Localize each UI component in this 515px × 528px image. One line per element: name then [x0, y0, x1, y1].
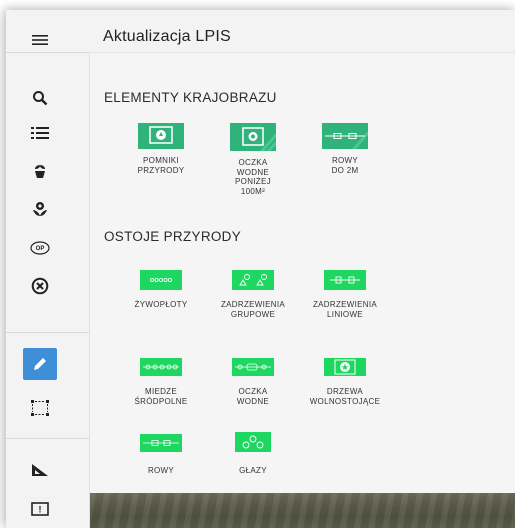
hedge-icon	[140, 270, 182, 290]
tree-line-icon	[324, 270, 366, 290]
item-zadrzewienia-grupowe[interactable]: ZADRZEWIENIA GRUPOWE	[205, 270, 301, 319]
app-window: OP ! Aktualizacja LPIS ELEMENTY KRAJOBRA…	[6, 10, 515, 528]
op-badge-icon[interactable]: OP	[26, 234, 54, 262]
list-icon[interactable]	[26, 119, 54, 147]
item-label: ZADRZEWIENIA LINIOWE	[312, 300, 378, 319]
alert-icon[interactable]: !	[26, 495, 54, 523]
item-label: ŻYWOPŁOTY	[134, 300, 188, 309]
item-label: MIEDZE ŚRÓDPOLNE	[134, 387, 188, 406]
item-zywoploty[interactable]: ŻYWOPŁOTY	[113, 270, 209, 310]
sidebar-divider	[6, 52, 89, 53]
sidebar-divider	[6, 332, 89, 333]
tree-group-icon	[232, 270, 274, 290]
map-preview[interactable]	[90, 493, 515, 528]
search-icon[interactable]	[26, 84, 54, 112]
item-oczka-wodne-ponizej[interactable]: OCZKA WODNE PONIŻEJ 100M²	[205, 123, 301, 196]
plant-icon[interactable]	[26, 157, 54, 185]
item-label: DRZEWA WOLNOSTOJĄCE	[309, 387, 381, 406]
item-rowy-do-2m[interactable]: ROWY DO 2M	[297, 123, 393, 175]
menu-icon[interactable]	[26, 26, 54, 54]
pond-small-icon	[230, 123, 276, 151]
page-title: Aktualizacja LPIS	[103, 28, 231, 45]
item-label: ZADRZEWIENIA GRUPOWE	[220, 300, 286, 319]
item-zadrzewienia-liniowe[interactable]: ZADRZEWIENIA LINIOWE	[297, 270, 393, 319]
measure-icon[interactable]	[26, 456, 54, 484]
item-drzewa-wolnostojace[interactable]: DRZEWA WOLNOSTOJĄCE	[297, 358, 393, 406]
balk-icon	[140, 358, 182, 376]
item-label: ROWY	[147, 466, 175, 475]
flower-icon[interactable]	[26, 195, 54, 223]
header: Aktualizacja LPIS	[89, 10, 515, 53]
item-glazy[interactable]: GŁAZY	[205, 432, 301, 476]
svg-text:!: !	[39, 505, 42, 515]
ditch-small-icon	[322, 123, 368, 149]
select-area-icon[interactable]	[26, 394, 54, 422]
close-circle-icon[interactable]	[26, 272, 54, 300]
pond-icon	[232, 358, 274, 376]
solitary-tree-icon	[324, 358, 366, 376]
item-miedze-srodpolne[interactable]: MIEDZE ŚRÓDPOLNE	[113, 358, 209, 406]
item-label: OCZKA WODNE PONIŻEJ 100M²	[235, 158, 271, 196]
item-rowy[interactable]: ROWY	[113, 434, 209, 476]
item-label: ROWY DO 2M	[331, 156, 359, 175]
item-pomniki-przyrody[interactable]: POMNIKI PRZYRODY	[113, 123, 209, 175]
sidebar-divider	[6, 438, 89, 439]
item-oczka-wodne[interactable]: OCZKA WODNE	[205, 358, 301, 406]
svg-text:OP: OP	[36, 246, 45, 252]
item-label: OCZKA WODNE	[236, 387, 270, 406]
item-label: GŁAZY	[239, 466, 267, 475]
item-label: POMNIKI PRZYRODY	[137, 156, 185, 175]
ditch-icon	[140, 434, 182, 452]
sidebar: OP !	[6, 10, 90, 528]
pencil-icon[interactable]	[23, 348, 57, 380]
section-title: ELEMENTY KRAJOBRAZU	[104, 90, 277, 105]
monument-icon	[138, 123, 184, 149]
boulders-icon	[235, 432, 271, 452]
main-content: ELEMENTY KRAJOBRAZU POMNIKI PRZYRODY OCZ…	[90, 53, 515, 528]
section-title: OSTOJE PRZYRODY	[104, 229, 242, 244]
